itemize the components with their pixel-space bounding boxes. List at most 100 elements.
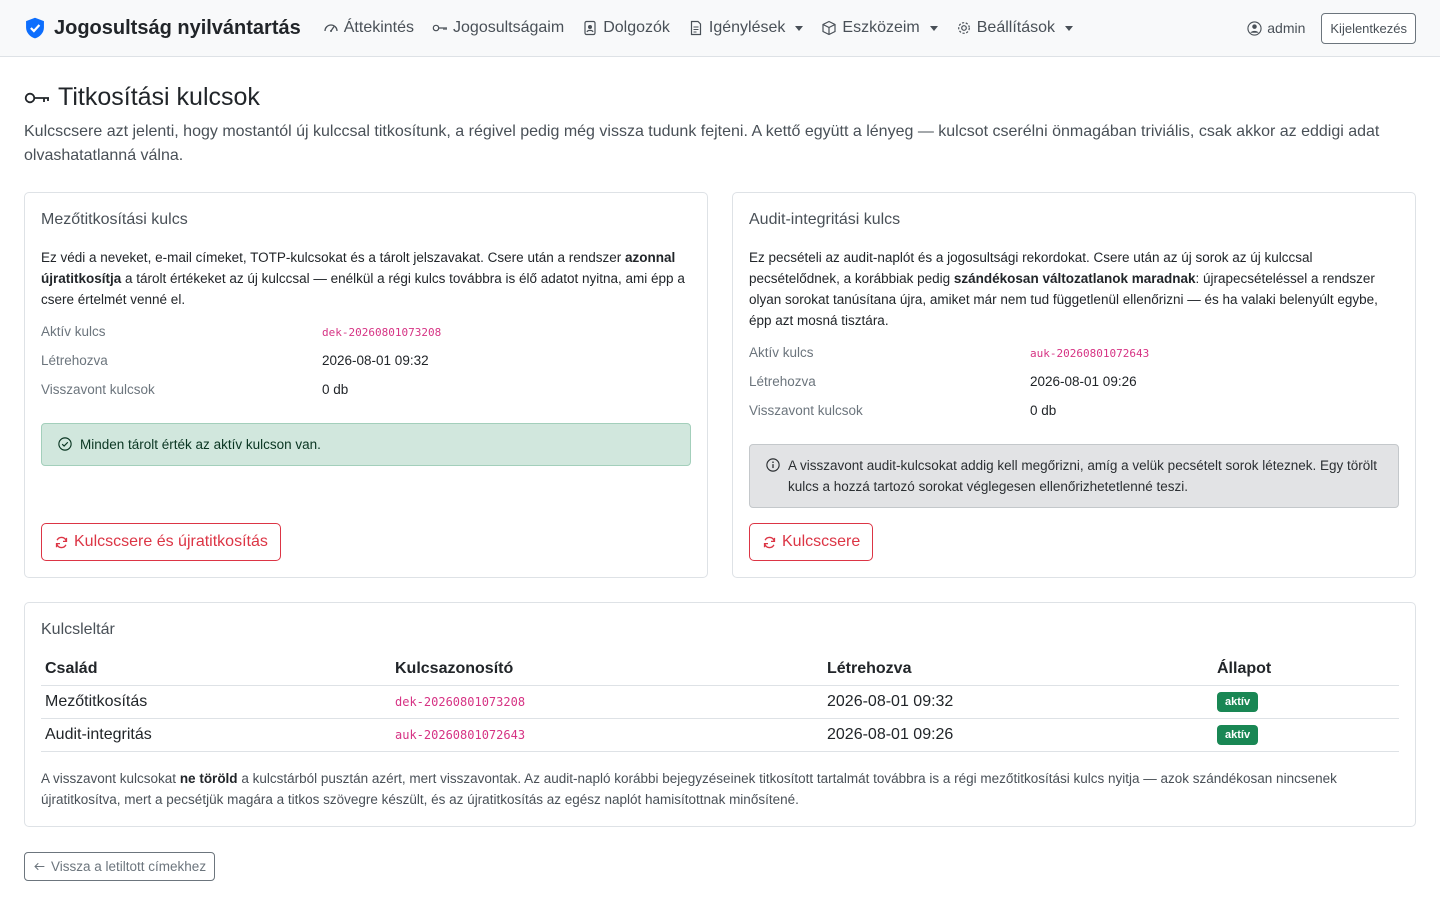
- card-title: Mezőtitkosítási kulcs: [41, 211, 188, 228]
- chevron-down-icon: [929, 25, 938, 31]
- key-cards-row: Mezőtitkosítási kulcs Ez védi a neveket,…: [24, 192, 1416, 578]
- nav-item-label: Dolgozók: [603, 19, 670, 36]
- top-navbar: Jogosultság nyilvántartás Áttekintés Jog…: [0, 0, 1440, 57]
- nav-item-employees[interactable]: Dolgozók: [582, 19, 670, 37]
- revoked-keys-value: 0 db: [322, 382, 349, 397]
- back-button[interactable]: Vissza a letiltott címekhez: [24, 852, 216, 881]
- info-alert: A visszavont audit-kulcsokat addig kell …: [749, 444, 1399, 508]
- column-header-created: Létrehozva: [823, 653, 1213, 686]
- button-label: Kulcscsere és újratitkosítás: [74, 533, 268, 550]
- column-header-key-id: Kulcsazonosító: [391, 653, 823, 686]
- status-badge: aktív: [1217, 692, 1259, 712]
- nav-item-my-permissions[interactable]: Jogosultságaim: [432, 19, 564, 37]
- card-title: Kulcsleltár: [41, 621, 115, 638]
- revoked-keys-label: Visszavont kulcsok: [41, 382, 155, 397]
- success-alert: Minden tárolt érték az aktív kulcson van…: [41, 423, 691, 466]
- note-emphasis: ne töröld: [179, 771, 238, 786]
- active-key-value: auk-20260801072643: [1030, 345, 1399, 364]
- audit-integrity-key-card: Audit-integritási kulcs Ez pecsételi az …: [732, 192, 1416, 578]
- nav-item-label: Beállítások: [976, 19, 1056, 36]
- brand-title: Jogosultság nyilvántartás: [54, 16, 301, 39]
- username: admin: [1267, 20, 1306, 36]
- button-label: Vissza a letiltott címekhez: [51, 859, 207, 874]
- card-description: Ez pecsételi az audit-naplót és a jogosu…: [749, 247, 1399, 331]
- created-value: 2026-08-01 09:32: [322, 353, 429, 368]
- table-header-row: Család Kulcsazonosító Létrehozva Állapot: [41, 653, 1399, 686]
- created-value: 2026-08-01 09:26: [1030, 374, 1137, 389]
- logout-button[interactable]: Kijelentkezés: [1321, 12, 1416, 44]
- info-circle-icon: [766, 458, 780, 472]
- key-inventory-table: Család Kulcsazonosító Létrehozva Állapot…: [41, 653, 1399, 752]
- rotate-and-reencrypt-button[interactable]: Kulcscsere és újratitkosítás: [41, 523, 281, 561]
- nav-item-label: Igénylések: [708, 19, 786, 36]
- user-menu[interactable]: admin: [1247, 20, 1305, 36]
- family-cell: Audit-integritás: [41, 718, 391, 752]
- document-icon: [688, 20, 704, 36]
- key-id: auk-20260801072643: [1030, 347, 1150, 360]
- alert-text: Minden tárolt érték az aktív kulcson van…: [80, 437, 321, 452]
- key-icon: [24, 92, 49, 103]
- nav-item-overview[interactable]: Áttekintés: [323, 19, 414, 37]
- user-avatar-icon: [1247, 20, 1262, 36]
- shield-icon: [26, 17, 44, 39]
- column-header-status: Állapot: [1213, 653, 1399, 686]
- key-details: Aktív kulcs auk-20260801072643 Létrehozv…: [749, 345, 1399, 422]
- status-cell: aktív: [1213, 685, 1399, 719]
- key-inventory-card: Kulcsleltár Család Kulcsazonosító Létreh…: [24, 602, 1416, 827]
- created-cell: 2026-08-01 09:32: [823, 685, 1213, 719]
- revoked-keys-label: Visszavont kulcsok: [749, 403, 863, 418]
- key-icon: [432, 20, 448, 36]
- key-id: auk-20260801072643: [395, 728, 526, 742]
- created-cell: 2026-08-01 09:26: [823, 718, 1213, 752]
- nav-item-requests[interactable]: Igénylések: [688, 19, 804, 37]
- key-id-cell: auk-20260801072643: [391, 718, 823, 752]
- note-text: A visszavont kulcsokat: [41, 771, 180, 786]
- revoked-keys-value: 0 db: [1030, 403, 1057, 418]
- refresh-icon: [763, 536, 776, 548]
- chevron-down-icon: [1065, 25, 1074, 31]
- rotate-key-button[interactable]: Kulcscsere: [749, 523, 874, 561]
- nav-item-label: Jogosultságaim: [453, 19, 565, 36]
- table-row: Audit-integritás auk-20260801072643 2026…: [41, 718, 1399, 752]
- key-id: dek-20260801073208: [322, 326, 442, 339]
- family-cell: Mezőtitkosítás: [41, 685, 391, 719]
- table-row: Mezőtitkosítás dek-20260801073208 2026-0…: [41, 685, 1399, 719]
- main-content: Titkosítási kulcsok Kulcscsere azt jelen…: [0, 83, 1440, 881]
- status-cell: aktív: [1213, 718, 1399, 752]
- created-label: Létrehozva: [41, 353, 108, 368]
- status-badge: aktív: [1217, 725, 1259, 745]
- nav-right: admin Kijelentkezés: [1247, 12, 1416, 44]
- column-header-family: Család: [41, 653, 391, 686]
- active-key-value: dek-20260801073208: [322, 324, 691, 343]
- page-heading: Titkosítási kulcsok: [24, 83, 1416, 112]
- key-details: Aktív kulcs dek-20260801073208 Létrehozv…: [41, 324, 691, 401]
- check-circle-icon: [58, 437, 72, 451]
- nav-item-my-devices[interactable]: Eszközeim: [821, 19, 938, 37]
- active-key-label: Aktív kulcs: [749, 345, 814, 360]
- alert-text: A visszavont audit-kulcsokat addig kell …: [788, 458, 1378, 494]
- chevron-down-icon: [795, 25, 804, 31]
- page-title: Titkosítási kulcsok: [58, 83, 260, 111]
- brand[interactable]: Jogosultság nyilvántartás: [24, 17, 301, 40]
- description-text: Ez védi a neveket, e-mail címeket, TOTP-…: [41, 250, 626, 265]
- active-key-label: Aktív kulcs: [41, 324, 106, 339]
- speedometer-icon: [323, 20, 339, 36]
- field-encryption-key-card: Mezőtitkosítási kulcs Ez védi a neveket,…: [24, 192, 708, 578]
- nav-item-settings[interactable]: Beállítások: [956, 19, 1074, 37]
- description-text: a tárolt értékeket az új kulccsal — enél…: [41, 271, 685, 307]
- page-lead: Kulcscsere azt jelenti, hogy mostantól ú…: [24, 123, 1380, 164]
- nav-item-label: Áttekintés: [343, 19, 415, 36]
- gear-icon: [956, 20, 972, 36]
- inventory-note: A visszavont kulcsokat ne töröld a kulcs…: [41, 768, 1399, 810]
- created-label: Létrehozva: [749, 374, 816, 389]
- refresh-icon: [55, 536, 68, 548]
- card-title: Audit-integritási kulcs: [749, 211, 901, 228]
- main-nav: Áttekintés Jogosultságaim Dolgozók Igény…: [323, 19, 1074, 37]
- box-icon: [821, 20, 837, 36]
- key-id: dek-20260801073208: [395, 695, 526, 709]
- description-emphasis: szándékosan változatlanok maradnak: [953, 271, 1196, 286]
- nav-item-label: Eszközeim: [842, 19, 920, 36]
- badge-icon: [582, 20, 598, 36]
- card-description: Ez védi a neveket, e-mail címeket, TOTP-…: [41, 247, 691, 310]
- button-label: Kulcscsere: [782, 533, 861, 550]
